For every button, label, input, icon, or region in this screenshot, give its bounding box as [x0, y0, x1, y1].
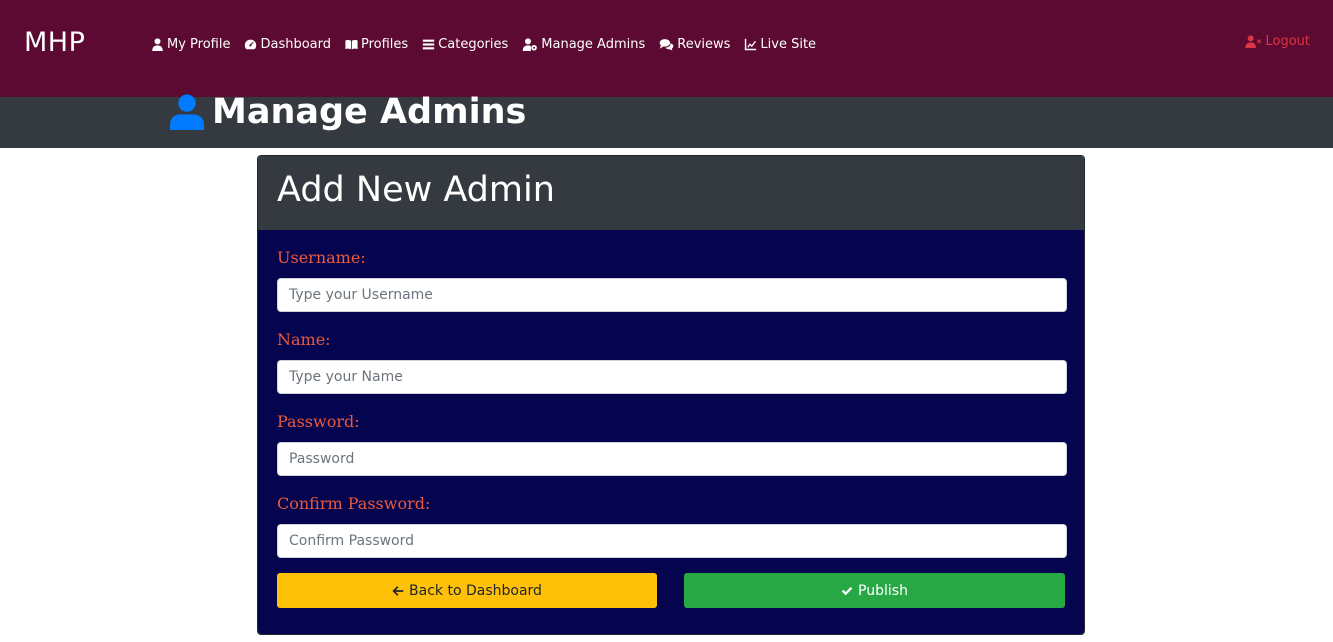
password-input[interactable]: [277, 442, 1067, 476]
brand-logo[interactable]: MHP: [24, 27, 85, 58]
name-input[interactable]: [277, 360, 1067, 394]
nav-categories-label: Categories: [438, 36, 509, 52]
confirm-password-label: Confirm Password:: [277, 494, 431, 513]
nav-dashboard[interactable]: Dashboard: [244, 37, 331, 52]
user-cog-icon: [522, 37, 538, 51]
nav-live-site-label: Live Site: [760, 36, 817, 52]
page-title: Manage Admins: [170, 90, 526, 134]
nav-profiles[interactable]: Profiles: [345, 37, 408, 52]
confirm-password-input[interactable]: [277, 524, 1067, 558]
card-header: Add New Admin: [258, 156, 1084, 230]
back-to-dashboard-button[interactable]: Back to Dashboard: [277, 573, 657, 608]
publish-button-label: Publish: [858, 582, 908, 599]
logout-link[interactable]: Logout: [1245, 34, 1310, 49]
name-group: Name:: [277, 330, 1067, 394]
check-icon: [841, 586, 853, 595]
confirm-password-group: Confirm Password:: [277, 494, 1067, 558]
nav-reviews-label: Reviews: [677, 36, 731, 52]
nav-my-profile[interactable]: My Profile: [151, 37, 230, 52]
nav-manage-admins[interactable]: Manage Admins: [522, 37, 645, 52]
username-input[interactable]: [277, 278, 1067, 312]
line-chart-icon: [745, 38, 757, 50]
username-label: Username:: [277, 248, 366, 267]
nav-categories[interactable]: Categories: [422, 37, 508, 52]
page-title-text: Manage Admins: [212, 92, 527, 132]
user-icon: [152, 37, 163, 51]
button-row: Back to Dashboard Publish: [277, 573, 1065, 608]
tachometer-icon: [245, 39, 257, 49]
user-icon: [170, 94, 204, 130]
arrow-left-icon: [392, 585, 404, 596]
card-title: Add New Admin: [277, 170, 555, 210]
card-body: Username: Name: Password: Confirm Passwo…: [258, 230, 1084, 634]
add-admin-card: Add New Admin Username: Name: Password: …: [257, 155, 1085, 635]
name-label: Name:: [277, 330, 331, 349]
nav-manage-admins-label: Manage Admins: [541, 36, 646, 52]
nav-dashboard-label: Dashboard: [260, 36, 331, 52]
comments-icon: [659, 38, 674, 51]
publish-button[interactable]: Publish: [684, 573, 1065, 608]
username-group: Username:: [277, 248, 1067, 312]
book-open-icon: [345, 39, 358, 49]
nav-links: My Profile Dashboard Profiles Categories…: [151, 34, 816, 54]
user-times-icon: [1245, 35, 1262, 48]
password-label: Password:: [277, 412, 360, 431]
nav-profiles-label: Profiles: [361, 36, 409, 52]
back-button-label: Back to Dashboard: [409, 582, 542, 599]
list-icon: [423, 39, 435, 49]
password-group: Password:: [277, 412, 1067, 476]
nav-live-site[interactable]: Live Site: [744, 37, 816, 52]
top-navbar: MHP My Profile Dashboard Profiles Catego…: [0, 0, 1333, 97]
nav-reviews[interactable]: Reviews: [659, 37, 730, 52]
nav-my-profile-label: My Profile: [167, 36, 231, 52]
logout-label: Logout: [1265, 34, 1310, 49]
